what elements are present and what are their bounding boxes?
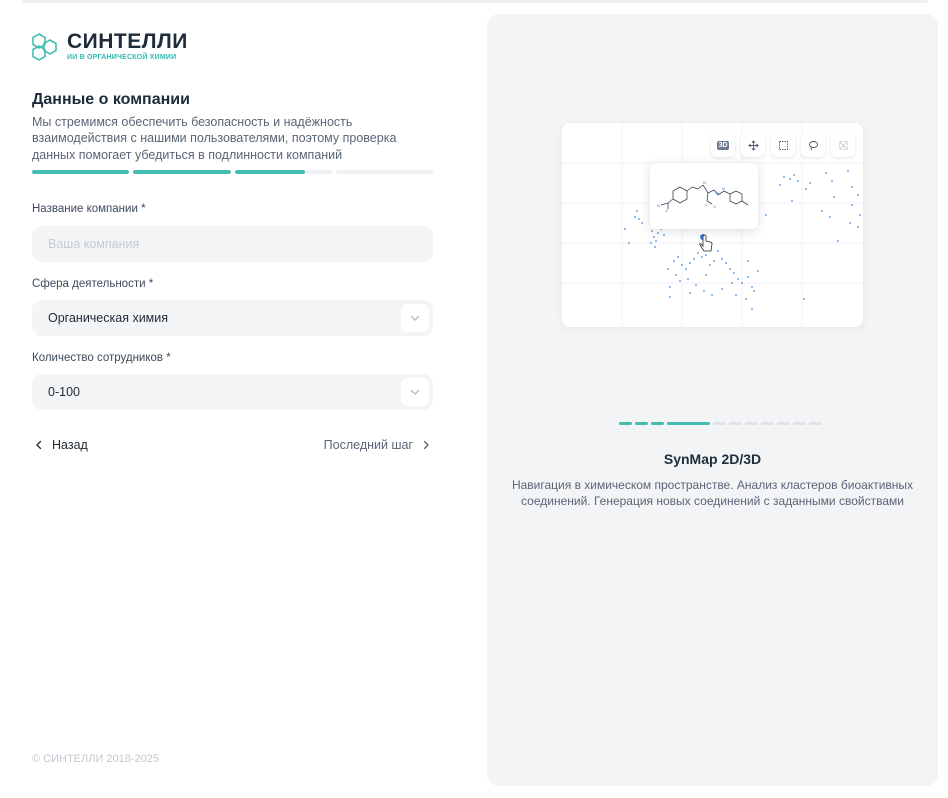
feature-description: Навигация в химическом пространстве. Ана… <box>511 478 914 508</box>
back-button[interactable]: Назад <box>34 438 88 452</box>
carousel-dot[interactable] <box>635 422 648 425</box>
molecule-tooltip: O N N S O N N <box>650 163 758 229</box>
company-name-input[interactable] <box>48 237 417 251</box>
svg-text:N: N <box>703 180 706 185</box>
carousel-dot[interactable] <box>713 422 726 425</box>
move-icon <box>747 139 759 151</box>
carousel-dot-active[interactable] <box>667 422 710 425</box>
3d-toggle-button[interactable]: 3D <box>711 133 735 157</box>
brand-tagline: ИИ В ОРГАНИЧЕСКОЙ ХИМИИ <box>67 54 177 61</box>
industry-value: Органическая химия <box>48 311 169 325</box>
carousel-dot[interactable] <box>793 422 806 425</box>
page-description: Мы стремимся обеспечить безопасность и н… <box>32 115 397 162</box>
carousel-dot[interactable] <box>729 422 742 425</box>
employees-dropdown-toggle[interactable] <box>401 378 429 406</box>
feature-showcase-panel: O N N S O N N 3D SynMap 2D/3D Навигация … <box>487 14 938 786</box>
employees-select[interactable]: 0-100 <box>32 374 433 410</box>
carousel-dot[interactable] <box>777 422 790 425</box>
step-progress <box>32 170 433 174</box>
carousel-dot[interactable] <box>745 422 758 425</box>
carousel-dot[interactable] <box>619 422 632 425</box>
plot-toolbar: 3D <box>711 133 855 157</box>
carousel-dot[interactable] <box>809 422 822 425</box>
clear-selection-icon <box>838 140 848 150</box>
copyright: © СИНТЕЛЛИ 2018-2025 <box>32 753 160 765</box>
chevron-right-icon <box>423 440 429 450</box>
hexagon-logo-icon <box>32 33 57 61</box>
box-select-icon <box>778 140 788 150</box>
chevron-left-icon <box>36 440 42 450</box>
svg-text:O: O <box>665 208 668 213</box>
back-button-label: Назад <box>52 438 88 452</box>
svg-text:O: O <box>713 204 716 209</box>
svg-text:N: N <box>716 190 719 195</box>
employees-label: Количество сотрудников * <box>32 352 171 364</box>
carousel-indicator <box>619 422 822 425</box>
synmap-preview: O N N S O N N 3D <box>562 123 863 327</box>
industry-label: Сфера деятельности * <box>32 278 154 290</box>
molecule-structure-icon: O N N S O N N <box>657 180 749 213</box>
registration-form-panel: СИНТЕЛЛИ ИИ В ОРГАНИЧЕСКОЙ ХИМИИ Данные … <box>32 0 433 798</box>
industry-dropdown-toggle[interactable] <box>401 304 429 332</box>
next-step-label: Последний шаг <box>323 438 413 452</box>
progress-step-1 <box>32 170 130 174</box>
move-tool-button[interactable] <box>741 133 765 157</box>
brand-name: СИНТЕЛЛИ <box>67 30 188 53</box>
company-name-field[interactable] <box>32 226 433 262</box>
chevron-down-icon <box>410 315 420 321</box>
progress-step-4 <box>335 170 433 174</box>
progress-step-2 <box>133 170 231 174</box>
company-name-label: Название компании * <box>32 203 146 215</box>
carousel-dot[interactable] <box>651 422 664 425</box>
next-step-button[interactable]: Последний шаг <box>324 438 431 452</box>
page-title: Данные о компании <box>32 91 190 108</box>
lasso-icon <box>808 140 818 150</box>
clear-selection-button[interactable] <box>831 133 855 157</box>
lasso-select-button[interactable] <box>801 133 825 157</box>
svg-text:N: N <box>657 203 660 208</box>
box-select-button[interactable] <box>771 133 795 157</box>
chevron-down-icon <box>410 389 420 395</box>
feature-title: SynMap 2D/3D <box>663 451 762 467</box>
progress-step-3 <box>234 170 332 174</box>
svg-text:S: S <box>705 202 708 207</box>
industry-select[interactable]: Органическая химия <box>32 300 433 336</box>
carousel-dot[interactable] <box>761 422 774 425</box>
3d-toggle-icon: 3D <box>716 140 730 150</box>
employees-value: 0-100 <box>48 385 80 399</box>
svg-text:N: N <box>722 186 725 191</box>
logo: СИНТЕЛЛИ ИИ В ОРГАНИЧЕСКОЙ ХИМИИ <box>32 30 188 62</box>
